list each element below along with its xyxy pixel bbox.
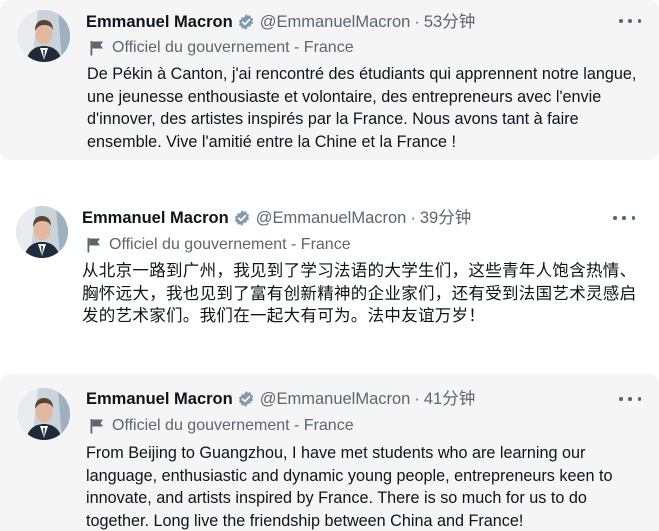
tweet-card[interactable]: Emmanuel Macron @EmmanuelMacron · 39分钟 O… bbox=[0, 196, 659, 346]
author-handle[interactable]: @EmmanuelMacron bbox=[256, 207, 407, 229]
avatar[interactable] bbox=[18, 388, 70, 440]
separator-dot: · bbox=[414, 13, 420, 31]
label-text: Officiel du gouvernement - France bbox=[112, 39, 354, 56]
tweet-card[interactable]: Emmanuel Macron @EmmanuelMacron · 53分钟 O… bbox=[0, 0, 659, 160]
government-label: Officiel du gouvernement - France bbox=[87, 235, 351, 255]
flag-icon bbox=[90, 418, 104, 434]
tweet-text: De Pékin à Canton, j'ai rencontré des ét… bbox=[87, 65, 637, 151]
tweet-feed: Emmanuel Macron @EmmanuelMacron · 53分钟 O… bbox=[0, 0, 659, 531]
timestamp[interactable]: 53分钟 bbox=[424, 11, 475, 33]
separator-dot: · bbox=[410, 209, 416, 227]
author-name[interactable]: Emmanuel Macron bbox=[82, 207, 229, 229]
more-options-icon[interactable] bbox=[619, 389, 641, 409]
verified-badge-icon bbox=[233, 209, 251, 227]
tweet-card[interactable]: Emmanuel Macron @EmmanuelMacron · 41分钟 O… bbox=[0, 374, 659, 531]
more-options-icon[interactable] bbox=[613, 208, 635, 228]
timestamp[interactable]: 39分钟 bbox=[420, 207, 471, 229]
government-label: Officiel du gouvernement - France bbox=[90, 38, 354, 58]
avatar-image bbox=[16, 206, 68, 258]
timestamp[interactable]: 41分钟 bbox=[424, 388, 475, 410]
verified-badge-icon bbox=[237, 13, 255, 31]
author-name[interactable]: Emmanuel Macron bbox=[86, 388, 233, 410]
label-text: Officiel du gouvernement - France bbox=[109, 236, 351, 253]
avatar[interactable] bbox=[18, 10, 70, 62]
tweet-text: 从北京一路到广州，我见到了学习法语的大学生们，这些青年人饱含热情、 胸怀远大，我… bbox=[82, 262, 637, 325]
author-name[interactable]: Emmanuel Macron bbox=[86, 11, 233, 33]
government-label: Officiel du gouvernement - France bbox=[90, 416, 354, 436]
flag-icon bbox=[87, 237, 101, 253]
avatar[interactable] bbox=[16, 206, 68, 258]
tweet-text: From Beijing to Guangzhou, I have met st… bbox=[86, 444, 613, 530]
avatar-image bbox=[18, 388, 70, 440]
verified-badge-icon bbox=[237, 390, 255, 408]
label-text: Officiel du gouvernement - France bbox=[112, 417, 354, 434]
avatar-image bbox=[18, 10, 70, 62]
flag-icon bbox=[90, 40, 104, 56]
separator-dot: · bbox=[414, 390, 420, 408]
author-handle[interactable]: @EmmanuelMacron bbox=[260, 388, 411, 410]
author-handle[interactable]: @EmmanuelMacron bbox=[260, 11, 411, 33]
more-options-icon[interactable] bbox=[619, 11, 641, 31]
